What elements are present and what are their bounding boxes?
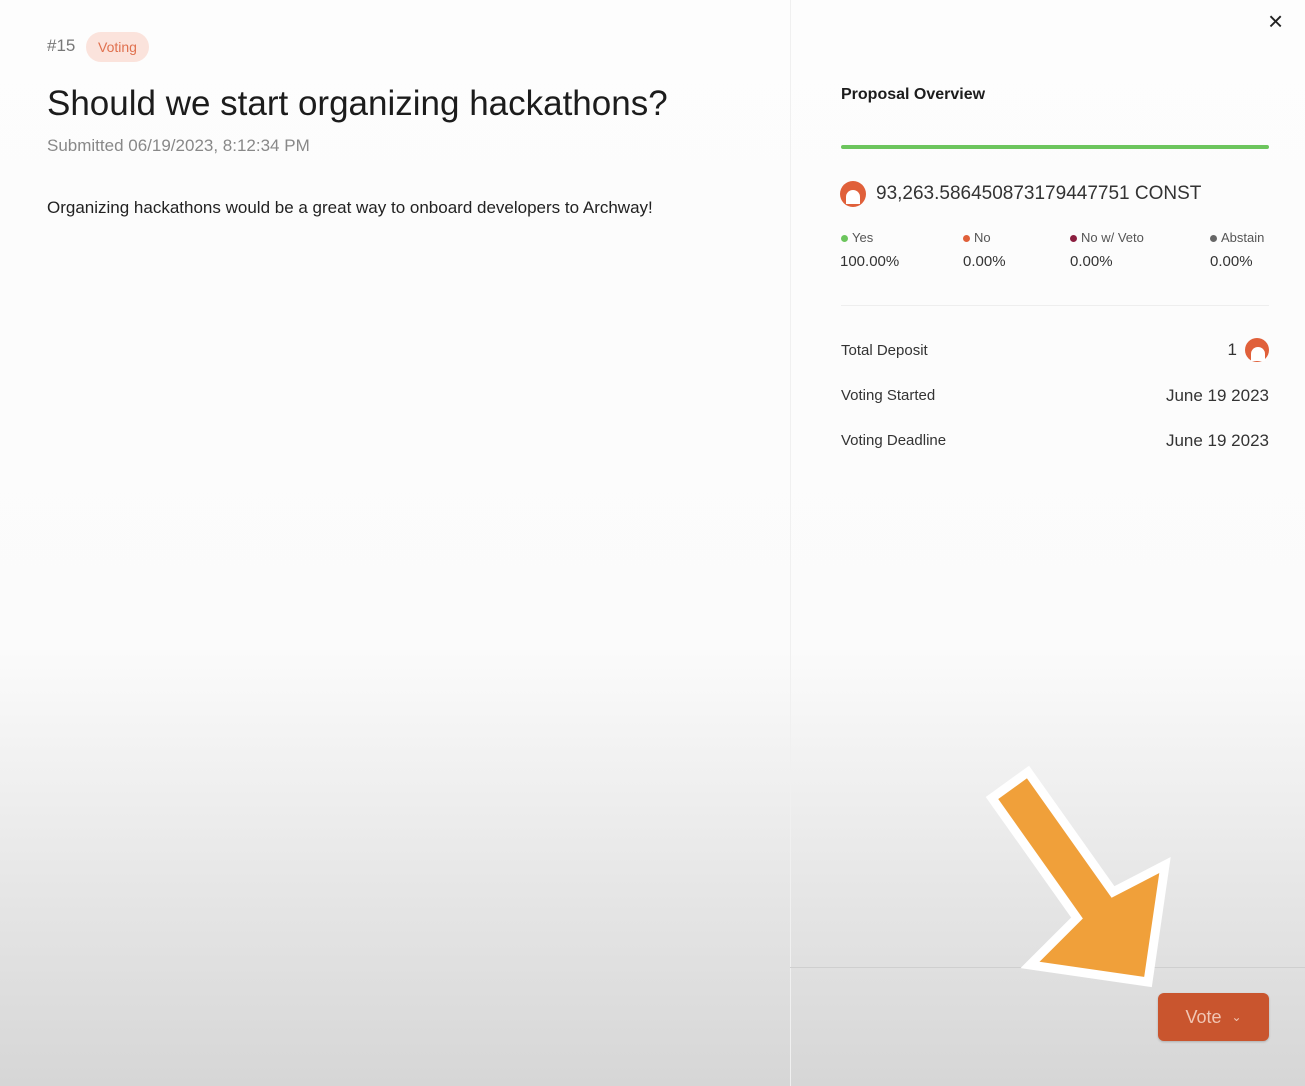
- annotation-arrow-icon: [985, 765, 1171, 988]
- vote-button[interactable]: Vote ⌄: [1158, 993, 1269, 1041]
- chevron-down-icon: ⌄: [1231, 1010, 1242, 1024]
